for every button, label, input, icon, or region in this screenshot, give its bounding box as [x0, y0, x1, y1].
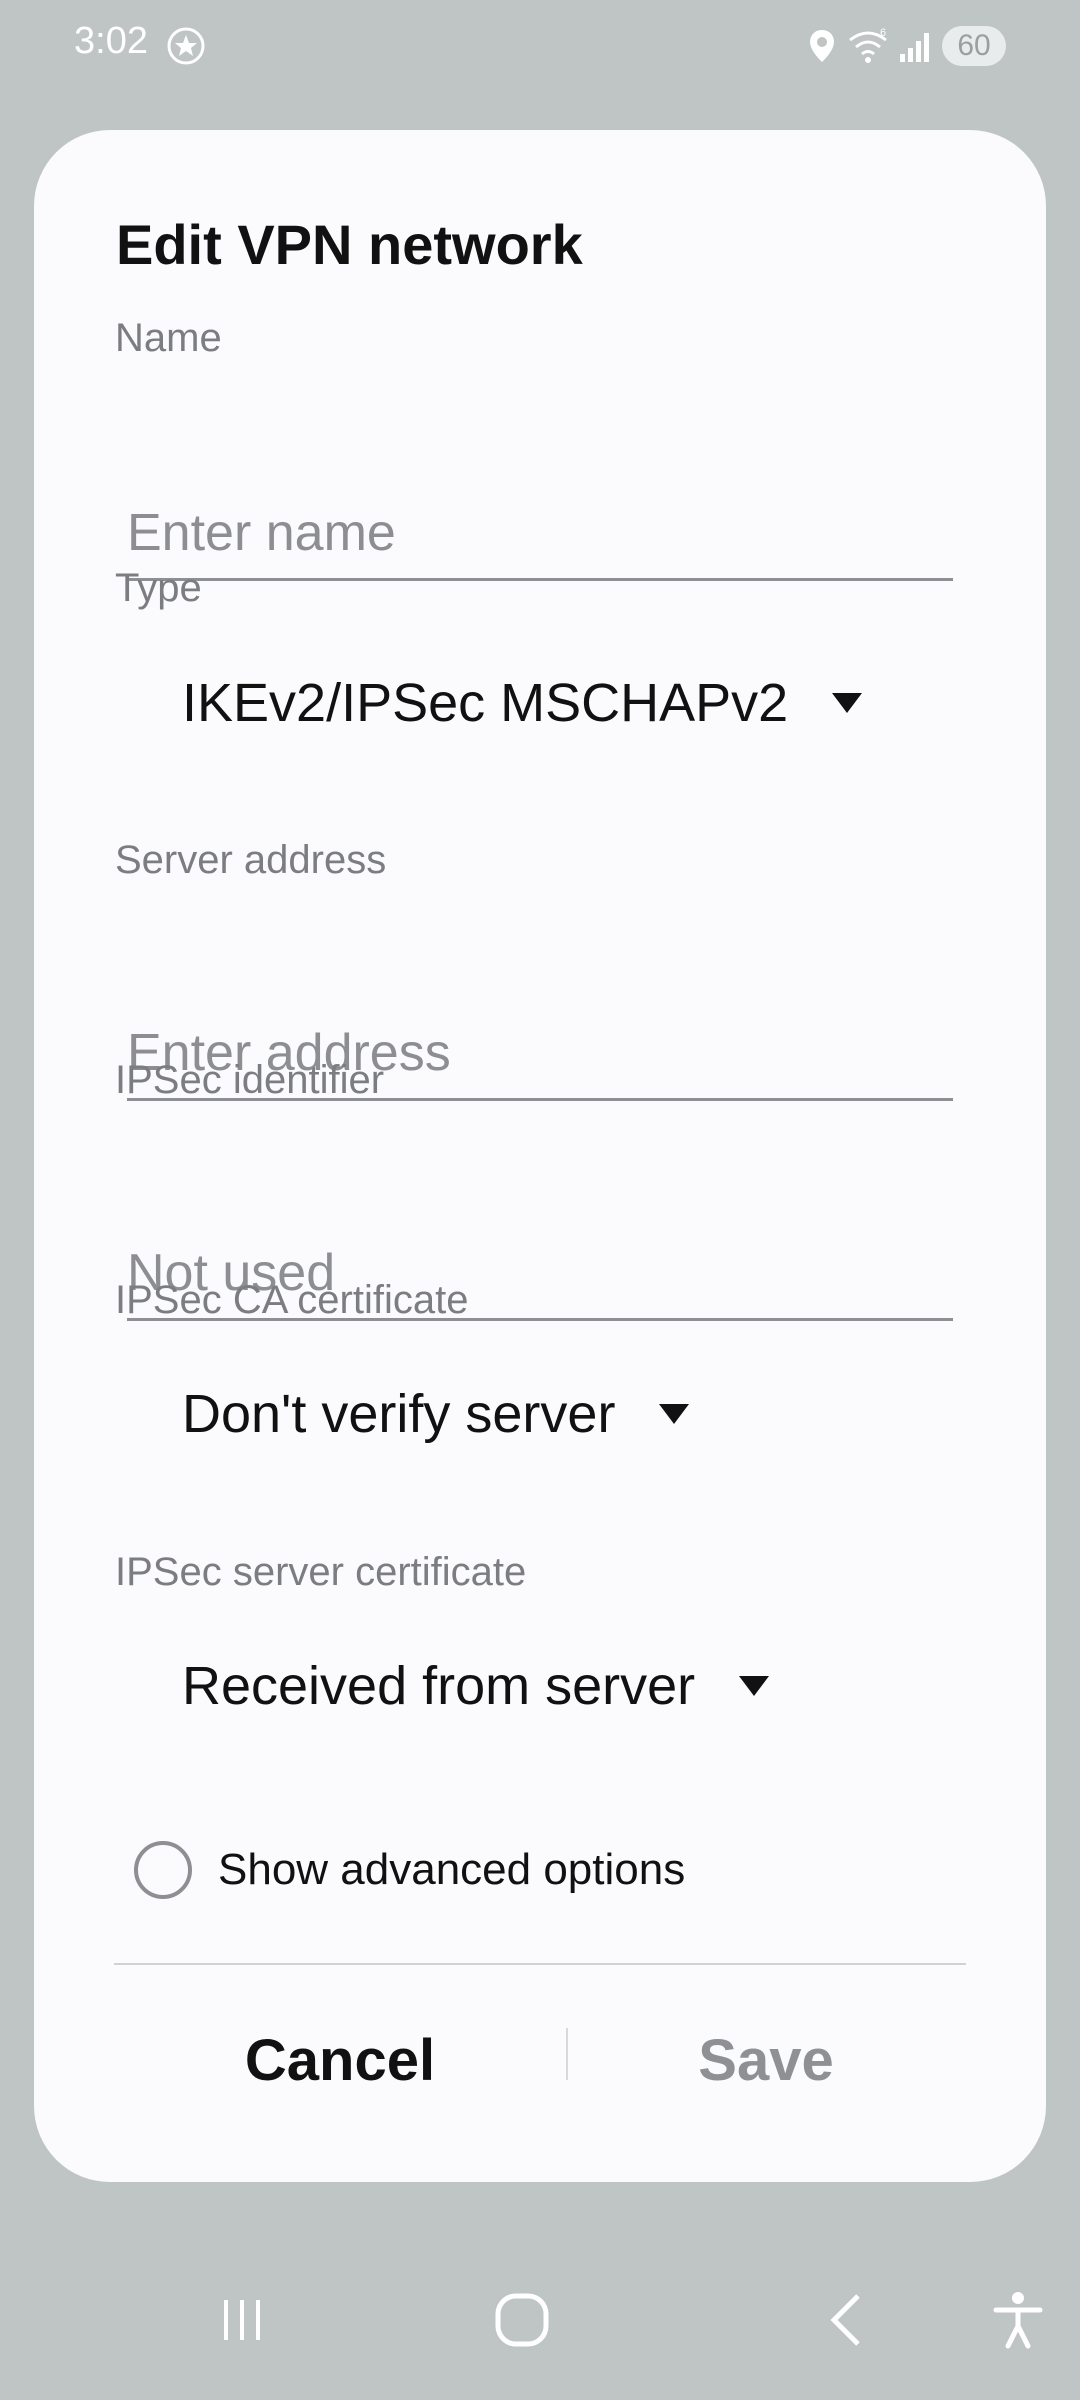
home-button[interactable]: [472, 2272, 572, 2372]
back-button[interactable]: [798, 2272, 898, 2372]
ipsec-identifier-label: IPSec identifier: [115, 1058, 385, 1102]
dropdown-arrow-icon: [659, 1404, 690, 1424]
accessibility-button[interactable]: [968, 2272, 1068, 2372]
battery-indicator: 60: [942, 26, 1006, 66]
ipsec-ca-certificate-label: IPSec CA certificate: [115, 1278, 469, 1322]
accessibility-icon: [986, 2288, 1050, 2356]
ipsec-server-certificate-dropdown[interactable]: Received from server: [182, 1646, 770, 1726]
recent-apps-button[interactable]: [192, 2272, 292, 2372]
unchecked-circle-icon: [134, 1841, 192, 1899]
button-divider: [114, 1963, 966, 1965]
server-address-label: Server address: [115, 838, 387, 882]
navigation-bar: [0, 2250, 1080, 2400]
wifi-icon: 6: [846, 24, 890, 68]
back-icon: [818, 2290, 878, 2354]
name-input[interactable]: [127, 488, 953, 581]
type-label: Type: [115, 566, 202, 610]
edit-vpn-dialog: Edit VPN network Name Type IKEv2/IPSec M…: [34, 130, 1046, 2182]
status-time: 3:02: [74, 20, 148, 62]
type-dropdown[interactable]: IKEv2/IPSec MSCHAPv2: [182, 663, 863, 743]
show-advanced-options-checkbox[interactable]: Show advanced options: [134, 1836, 685, 1904]
location-icon: [800, 24, 844, 68]
dialog-title: Edit VPN network: [116, 213, 583, 276]
signal-icon: [894, 24, 938, 68]
ipsec-server-certificate-value: Received from server: [182, 1656, 696, 1716]
dropdown-arrow-icon: [739, 1676, 770, 1696]
show-advanced-options-label: Show advanced options: [218, 1845, 686, 1894]
ipsec-server-certificate-label: IPSec server certificate: [115, 1550, 527, 1594]
status-bar: 3:02 6 60: [0, 0, 1080, 92]
save-button[interactable]: Save: [566, 2010, 966, 2110]
ipsec-ca-certificate-value: Don't verify server: [182, 1384, 616, 1444]
recent-apps-icon: [212, 2290, 272, 2354]
type-value: IKEv2/IPSec MSCHAPv2: [182, 673, 789, 733]
svg-text:6: 6: [880, 27, 886, 39]
ipsec-ca-certificate-dropdown[interactable]: Don't verify server: [182, 1374, 690, 1454]
cancel-button[interactable]: Cancel: [140, 2010, 540, 2110]
dropdown-arrow-icon: [832, 693, 863, 713]
name-label: Name: [115, 316, 222, 360]
star-icon: [164, 24, 208, 68]
home-icon: [490, 2288, 554, 2356]
